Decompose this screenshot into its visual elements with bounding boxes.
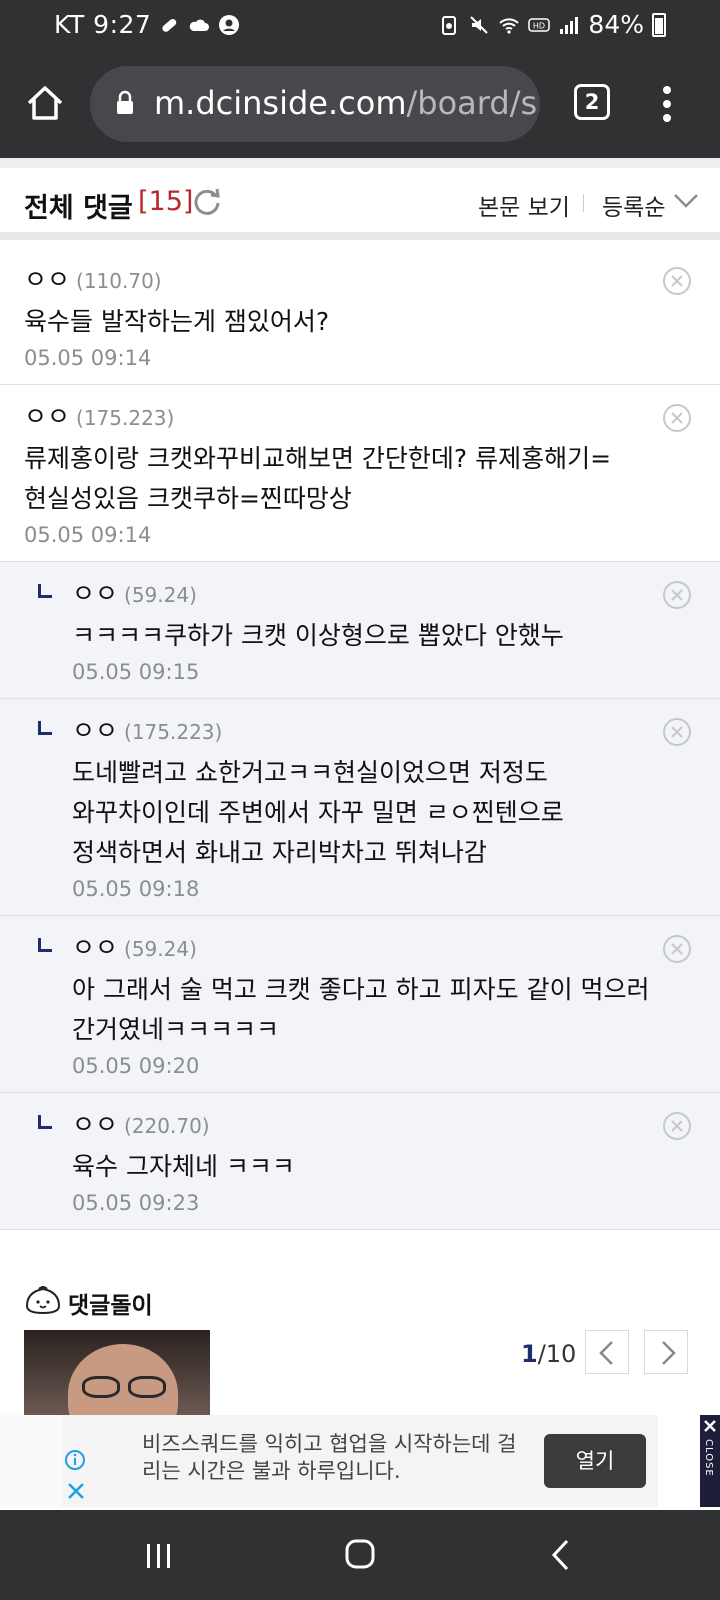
pill-icon xyxy=(162,18,177,32)
delete-comment-icon[interactable] xyxy=(662,1111,692,1141)
url-text: m.dcinside.com/board/s xyxy=(154,84,537,122)
comment-text: 아 그래서 술 먹고 크캣 좋다고 하고 피자도 같이 먹으러 간거였네ㅋㅋㅋㅋ… xyxy=(72,975,650,1044)
home-icon[interactable] xyxy=(24,82,66,124)
signal-icon xyxy=(560,16,579,34)
comment-bot-title: 댓글돌이 xyxy=(68,1293,153,1319)
url-bar-row: m.dcinside.com/board/s 2 xyxy=(0,66,720,142)
system-nav-bar xyxy=(0,1510,720,1600)
separator xyxy=(583,194,584,212)
carrier-time: KT 9:27 xyxy=(54,10,152,39)
delete-comment-icon[interactable] xyxy=(662,580,692,610)
comment-text: 도네빨려고 쇼한거고ㅋㅋ현실이었으면 저정도 와꾸차이인데 주변에서 자꾸 밀면… xyxy=(72,758,564,867)
hd-icon: HD xyxy=(528,17,551,32)
next-page-button[interactable] xyxy=(644,1330,688,1374)
prev-page-button[interactable] xyxy=(585,1330,629,1374)
recent-apps-icon[interactable] xyxy=(144,1542,174,1570)
refresh-icon[interactable] xyxy=(192,186,222,216)
bot-photo[interactable] xyxy=(24,1330,210,1415)
ad-margin xyxy=(0,1415,62,1507)
status-bar: KT 9:27 HD 84% xyxy=(0,0,720,50)
reply-item: ㅇㅇ (59.24) 아 그래서 술 먹고 크캣 좋다고 하고 피자도 같이 먹으… xyxy=(0,916,720,1093)
delete-comment-icon[interactable] xyxy=(662,717,692,747)
dumpling-icon xyxy=(25,1286,61,1315)
divider xyxy=(0,158,720,168)
comment-item: ㅇㅇ (175.223) 류제홍이랑 크캣와꾸비교해보면 간단한데? 류제홍해기=… xyxy=(0,385,720,562)
pager-current: 1 xyxy=(521,1340,538,1368)
reply-item: ㅇㅇ (175.223) 도네빨려고 쇼한거고ㅋㅋ현실이었으면 저정도 와꾸차이인… xyxy=(0,699,720,916)
home-nav-icon[interactable] xyxy=(344,1538,376,1570)
comment-ip: (220.70) xyxy=(124,1114,210,1138)
comment-nick[interactable]: ㅇㅇ xyxy=(24,402,70,431)
close-icon xyxy=(704,1420,716,1432)
pager-indicator: 1/10 xyxy=(521,1340,576,1368)
comment-nick[interactable]: ㅇㅇ xyxy=(72,933,118,962)
ad-dismiss-icon[interactable] xyxy=(66,1481,86,1501)
battery-percent: 84% xyxy=(588,10,644,39)
info-icon[interactable] xyxy=(64,1449,86,1471)
back-icon[interactable] xyxy=(548,1538,572,1572)
comment-ip: (110.70) xyxy=(76,269,162,293)
comment-ip: (59.24) xyxy=(124,583,197,607)
ad-banner[interactable]: 비즈스쿼드를 익히고 협업을 시작하는데 걸리는 시간은 불과 하루입니다. 열… xyxy=(62,1415,658,1507)
comment-date: 05.05 09:23 xyxy=(72,1191,200,1215)
ad-text: 비즈스쿼드를 익히고 협업을 시작하는데 걸리는 시간은 불과 하루입니다. xyxy=(142,1432,517,1483)
comment-text: ㅋㅋㅋㅋ쿠하가 크캣 이상형으로 뽑았다 안했누 xyxy=(72,621,564,650)
more-menu-icon[interactable] xyxy=(658,82,676,126)
comment-text: 류제홍이랑 크캣와꾸비교해보면 간단한데? 류제홍해기=현실성있음 크캣쿠하=찐… xyxy=(24,444,612,513)
ad-close-button[interactable]: CLOSE xyxy=(700,1415,720,1507)
browser-chrome: KT 9:27 HD 84% m.dcinside.com/board/s 2 xyxy=(0,0,720,158)
view-body-link[interactable]: 본문 보기 xyxy=(478,188,570,222)
mute-icon xyxy=(470,15,489,34)
chevron-down-icon[interactable] xyxy=(672,190,700,212)
chevron-right-icon xyxy=(662,1341,676,1365)
comment-nick[interactable]: ㅇㅇ xyxy=(72,1110,118,1139)
comments-title: 전체 댓글 xyxy=(24,193,133,224)
battery-icon xyxy=(652,12,666,37)
comments-count: [15] xyxy=(138,186,194,217)
comment-bot: 댓글돌이 1/10 xyxy=(0,1272,720,1415)
delete-comment-icon[interactable] xyxy=(662,266,692,296)
chevron-left-icon xyxy=(599,1341,613,1365)
pager-total: /10 xyxy=(537,1340,577,1368)
reply-item: ㅇㅇ (59.24) ㅋㅋㅋㅋ쿠하가 크캣 이상형으로 뽑았다 안했누 05.05… xyxy=(0,562,720,699)
comment-text: 육수들 발작하는게 잼있어서? xyxy=(24,307,330,336)
reply-item: ㅇㅇ (220.70) 육수 그자체네 ㅋㅋㅋ 05.05 09:23 xyxy=(0,1093,720,1230)
comment-date: 05.05 09:14 xyxy=(24,523,152,547)
comment-date: 05.05 09:14 xyxy=(24,346,152,370)
comment-list: ㅇㅇ (110.70) 육수들 발작하는게 잼있어서? 05.05 09:14 ㅇ… xyxy=(0,248,720,1230)
account-icon xyxy=(219,15,239,35)
comment-nick[interactable]: ㅇㅇ xyxy=(72,716,118,745)
battery-saver-icon xyxy=(442,15,457,35)
comment-date: 05.05 09:18 xyxy=(72,877,200,901)
address-bar[interactable]: m.dcinside.com/board/s xyxy=(90,66,540,142)
status-right: HD 84% xyxy=(438,10,666,39)
tab-switcher-button[interactable]: 2 xyxy=(574,84,610,120)
ad-open-button[interactable]: 열기 xyxy=(544,1434,646,1488)
lock-icon xyxy=(117,90,133,114)
comments-header: 전체 댓글 [15] 본문 보기 등록순 xyxy=(0,168,720,240)
wifi-icon xyxy=(499,17,520,34)
url-path: /board/s xyxy=(406,84,538,122)
url-host: m.dcinside.com xyxy=(154,84,407,122)
comment-nick[interactable]: ㅇㅇ xyxy=(24,265,70,294)
delete-comment-icon[interactable] xyxy=(662,403,692,433)
svg-text:HD: HD xyxy=(533,21,545,30)
delete-comment-icon[interactable] xyxy=(662,934,692,964)
comment-nick[interactable]: ㅇㅇ xyxy=(72,579,118,608)
cloud-icon xyxy=(189,19,209,31)
comment-text: 육수 그자체네 ㅋㅋㅋ xyxy=(72,1152,295,1181)
comment-item: ㅇㅇ (110.70) 육수들 발작하는게 잼있어서? 05.05 09:14 xyxy=(0,248,720,385)
comment-ip: (175.223) xyxy=(76,406,175,430)
status-left-icons xyxy=(158,14,240,36)
ad-close-label: CLOSE xyxy=(703,1439,714,1477)
sort-dropdown[interactable]: 등록순 xyxy=(602,188,665,222)
comment-date: 05.05 09:20 xyxy=(72,1054,200,1078)
comment-ip: (59.24) xyxy=(124,937,197,961)
comment-date: 05.05 09:15 xyxy=(72,660,200,684)
comment-ip: (175.223) xyxy=(124,720,223,744)
